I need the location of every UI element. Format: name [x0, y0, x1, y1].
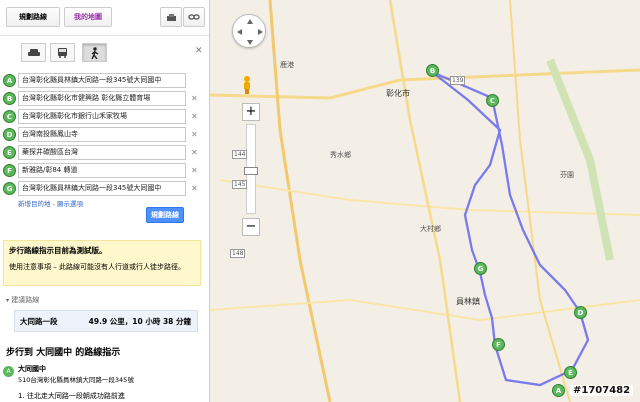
road-shield-145: 145 — [232, 180, 248, 189]
close-panel-icon[interactable]: ✕ — [195, 46, 203, 56]
remove-e-icon[interactable]: ✕ — [191, 148, 198, 157]
label-yuanlin: 員林鎮 — [456, 297, 480, 306]
waypoint-input-c[interactable]: 台灣彰化縣彰化市銀行山禾家牧場 — [18, 109, 186, 124]
directions-heading: 步行到 大同國中 的路線指示 — [6, 348, 121, 358]
zoom-slider-thumb[interactable] — [244, 167, 258, 175]
top-divider — [0, 35, 209, 36]
zoom-out-button[interactable]: − — [242, 218, 260, 236]
road-shield-148: 148 — [230, 249, 246, 258]
waypoint-row-e: E 藥探井碳酸區台灣 ✕ — [3, 144, 209, 162]
street-view-pegman-icon[interactable] — [239, 75, 255, 95]
marker-d-icon: D — [3, 128, 16, 141]
waypoint-row-g: G 台灣彰化縣員林鎮大同路一段345號大同國中 ✕ — [3, 180, 209, 198]
waypoint-row-f: F 新雅路/彰84 轉道 ✕ — [3, 162, 209, 180]
map-marker-f[interactable]: F — [492, 338, 505, 351]
map-marker-a[interactable]: A — [552, 384, 565, 397]
map-marker-g-icon: G — [474, 262, 487, 275]
waypoint-input-b[interactable]: 台灣彰化縣彰化市健興路 彰化縣立體育場 — [18, 91, 186, 106]
marker-g-icon: G — [3, 182, 16, 195]
label-lukang: 鹿港 — [280, 61, 294, 69]
waypoint-input-g[interactable]: 台灣彰化縣員林鎮大同路一段345號大同國中 — [18, 181, 186, 196]
remove-c-icon[interactable]: ✕ — [191, 112, 198, 121]
print-icon — [166, 13, 176, 21]
map-marker-f-icon: F — [492, 338, 505, 351]
link-button[interactable] — [183, 7, 205, 27]
suggested-routes-label: ▾ 建議路線 — [6, 295, 39, 305]
label-changhua: 彰化市 — [386, 89, 410, 98]
zoom-in-button[interactable]: + — [242, 103, 260, 121]
walk-icon — [91, 46, 99, 59]
remove-b-icon[interactable]: ✕ — [191, 94, 198, 103]
destination-marker-icon: A — [3, 366, 14, 377]
link-icon — [188, 14, 200, 20]
marker-f-icon: F — [3, 164, 16, 177]
print-button[interactable] — [160, 7, 182, 27]
beta-notice: 步行路線指示目前為測試版。 使用注意事項 – 此路線可能沒有人行道或行人徒步路徑… — [3, 240, 201, 286]
map-marker-b-icon: B — [426, 64, 439, 77]
map-marker-b[interactable]: B — [426, 64, 439, 77]
remove-f-icon[interactable]: ✕ — [191, 166, 198, 175]
directions-panel: 規劃路線 我的地圖 ✕ A 台灣彰化縣員林鎮大同路一段345號大同國中 B 台灣… — [0, 0, 210, 402]
label-xiushui: 秀水鄉 — [330, 151, 351, 159]
notice-title: 步行路線指示目前為測試版。 — [9, 246, 107, 255]
tab-my-maps[interactable]: 我的地圖 — [64, 7, 112, 27]
marker-b-icon: B — [3, 92, 16, 105]
marker-a-icon: A — [3, 74, 16, 87]
waypoint-row-b: B 台灣彰化縣彰化市健興路 彰化縣立體育場 ✕ — [3, 90, 209, 108]
map-marker-e-icon: E — [564, 366, 577, 379]
map-marker-d-icon: D — [574, 306, 587, 319]
label-dacun: 大村鄉 — [420, 225, 441, 233]
summary-stats: 49.9 公里，10 小時 38 分鐘 — [88, 317, 191, 326]
destination-name: 大同國中 — [18, 365, 46, 373]
map-marker-c[interactable]: C — [486, 94, 499, 107]
waypoint-input-a[interactable]: 台灣彰化縣員林鎮大同路一段345號大同國中 — [18, 73, 186, 88]
map-marker-d[interactable]: D — [574, 306, 587, 319]
destination-address: 510台灣彰化縣員林鎮大同路一段345號 — [18, 376, 134, 384]
summary-road: 大同路一段 — [20, 317, 58, 326]
pan-control[interactable] — [232, 14, 266, 48]
remove-d-icon[interactable]: ✕ — [191, 130, 198, 139]
remove-g-icon[interactable]: ✕ — [191, 184, 198, 193]
triangle-icon: ▾ — [6, 297, 10, 304]
waypoint-input-d[interactable]: 台灣南投縣鳳山寺 — [18, 127, 186, 142]
map-marker-c-icon: C — [486, 94, 499, 107]
notice-body: 使用注意事項 – 此路線可能沒有人行道或行人徒步路徑。 — [9, 263, 185, 271]
tab-route[interactable]: 規劃路線 — [6, 7, 60, 27]
route-summary[interactable]: 大同路一段 49.9 公里，10 小時 38 分鐘 — [14, 310, 198, 332]
label-fenyuan: 芬園 — [560, 171, 574, 179]
bus-icon — [58, 47, 67, 58]
map-marker-g[interactable]: G — [474, 262, 487, 275]
marker-c-icon: C — [3, 110, 16, 123]
plan-route-button[interactable]: 規劃路線 — [146, 207, 184, 223]
waypoint-input-f[interactable]: 新雅路/彰84 轉道 — [18, 163, 186, 178]
mode-car[interactable] — [21, 43, 46, 62]
waypoint-row-d: D 台灣南投縣鳳山寺 ✕ — [3, 126, 209, 144]
pan-arrows-icon — [237, 19, 263, 45]
waypoint-input-e[interactable]: 藥探井碳酸區台灣 — [18, 145, 186, 160]
road-shield-144: 144 — [232, 150, 248, 159]
map-marker-a-icon: A — [552, 384, 565, 397]
suggested-routes-text: 建議路線 — [11, 296, 40, 304]
marker-e-icon: E — [3, 146, 16, 159]
add-destination-link[interactable]: 新增目的地 - 顯示選項 — [18, 198, 83, 208]
waypoint-row-c: C 台灣彰化縣彰化市銀行山禾家牧場 ✕ — [3, 108, 209, 126]
road-shield-139: 139 — [450, 76, 466, 85]
zoom-slider[interactable] — [244, 124, 258, 214]
first-step: 1. 往北走大同路一段朝成功路前進 — [18, 392, 125, 400]
map-marker-e[interactable]: E — [564, 366, 577, 379]
map-view[interactable]: + − 彰化市 員林鎮 大村鄉 芬園 秀水鄉 鹿港 139 148 144 14… — [210, 0, 640, 402]
mode-walk[interactable] — [82, 43, 107, 62]
waypoint-row-a: A 台灣彰化縣員林鎮大同路一段345號大同國中 — [3, 72, 209, 90]
car-icon — [27, 48, 40, 56]
mode-transit[interactable] — [50, 43, 75, 62]
map-canvas[interactable] — [210, 0, 640, 402]
watermark: #1707482 — [570, 385, 634, 396]
